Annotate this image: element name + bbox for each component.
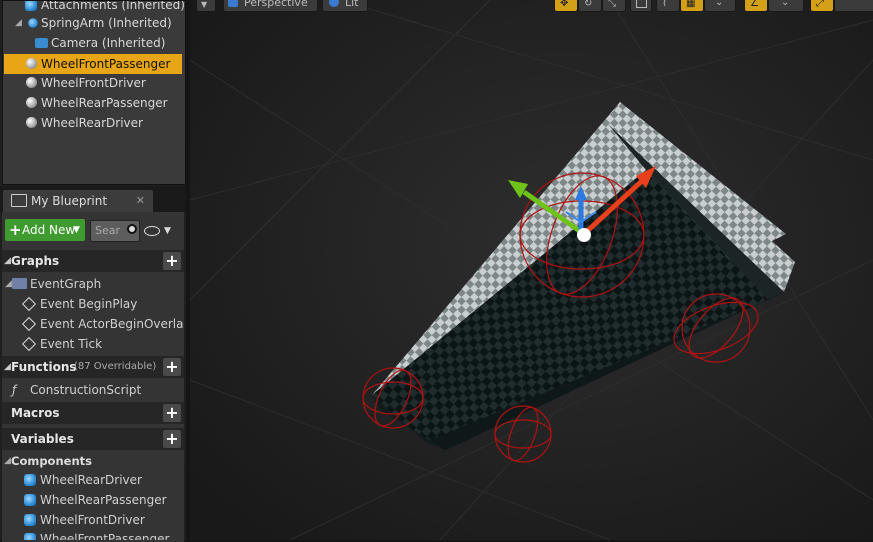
add-new-button[interactable]: + Add New ▼	[5, 219, 85, 241]
book-icon	[11, 194, 27, 207]
chevron-down-icon: ⌄	[781, 0, 790, 8]
components-category[interactable]: ◢ Components	[2, 451, 184, 471]
component-variable-icon	[24, 474, 36, 486]
grid-snap-button[interactable]: ▦	[680, 0, 704, 12]
expand-arrow-icon: ◢	[5, 279, 12, 289]
sphere-icon	[26, 77, 37, 88]
expand-arrow-icon[interactable]: ◢	[15, 13, 22, 33]
variable-item[interactable]: WheelFrontPassenger	[2, 529, 184, 540]
search-icon	[127, 224, 137, 234]
chevron-down-icon: ⌄	[715, 0, 724, 8]
rotate-mode-button[interactable]: ↻	[578, 0, 602, 12]
scale-mode-button[interactable]: ⤡	[602, 0, 626, 12]
rotate-icon: ↻	[584, 0, 593, 9]
event-begin-play-item[interactable]: Event BeginPlay	[2, 294, 184, 314]
plus-icon: +	[9, 221, 22, 239]
event-tick-item[interactable]: Event Tick	[2, 334, 184, 354]
tab-my-blueprint[interactable]: My Blueprint ✕	[3, 190, 153, 212]
sphere-lit-icon	[329, 0, 339, 7]
lit-button[interactable]: Lit	[322, 0, 368, 12]
rotation-snap-button[interactable]: ∠	[744, 0, 768, 12]
tree-item-springarm[interactable]: ◢ SpringArm (Inherited)	[3, 13, 185, 33]
components-tree: Attachments (Inherited) ◢ SpringArm (Inh…	[2, 0, 186, 185]
chevron-down-icon: ▼	[73, 225, 80, 235]
search-input[interactable]: Sear	[90, 220, 140, 242]
tree-item-wheel-rear-passenger[interactable]: WheelRearPassenger	[3, 93, 185, 113]
tree-item-wheel-front-passenger[interactable]: WheelFrontPassenger	[4, 54, 182, 74]
camera-icon	[35, 38, 48, 48]
scale-icon: ⤡	[608, 0, 616, 9]
variable-item[interactable]: WheelRearPassenger	[2, 490, 184, 510]
graphs-section-header[interactable]: ◢ Graphs +	[2, 250, 184, 272]
event-actor-begin-overlap-item[interactable]: Event ActorBeginOverla	[2, 314, 184, 334]
event-diamond-icon	[21, 336, 37, 352]
component-variable-icon	[24, 533, 36, 540]
expand-arrow-icon: ◢	[4, 456, 11, 466]
translate-mode-button[interactable]: ✥	[554, 0, 578, 12]
scale-snap-button[interactable]: ⤢	[810, 0, 834, 12]
eye-icon	[144, 226, 160, 236]
functions-section-header[interactable]: ◢ Functions (87 Overridable) +	[2, 356, 184, 378]
view-options-button[interactable]: ▼	[144, 223, 174, 239]
sphere-icon	[26, 97, 37, 108]
blue-component-icon	[25, 1, 37, 11]
viewport-options-button[interactable]: ▼	[196, 0, 216, 12]
expand-arrow-icon: ◢	[4, 362, 11, 372]
snap-icon: ⌇	[662, 0, 667, 9]
cube-icon	[636, 0, 647, 8]
viewport[interactable]: ▼ Perspective Lit ✥ ↻ ⤡ ⌇ ▦ ⌄ ∠ ⌄ ⤢	[190, 0, 873, 540]
spring-arm-icon	[28, 18, 38, 28]
perspective-icon	[228, 0, 238, 7]
component-variable-icon	[24, 514, 36, 526]
expand-arrow-icon: ◢	[4, 256, 11, 266]
close-tab-icon[interactable]: ✕	[136, 190, 145, 212]
event-diamond-icon	[21, 296, 37, 312]
perspective-button[interactable]: Perspective	[223, 0, 318, 12]
chevron-down-icon: ▼	[201, 0, 208, 9]
component-variable-icon	[24, 494, 36, 506]
add-variable-button[interactable]: +	[163, 430, 181, 448]
sphere-icon	[26, 58, 37, 69]
scale-snap-icon: ⤢	[816, 0, 824, 9]
scale-snap-size-button[interactable]	[834, 0, 873, 12]
variable-item[interactable]: WheelRearDriver	[2, 470, 184, 490]
tree-item-camera[interactable]: Camera (Inherited)	[3, 33, 185, 53]
surface-snap-button[interactable]: ⌇	[656, 0, 680, 12]
function-icon: ƒ	[12, 383, 17, 397]
rotation-snap-size-button[interactable]: ⌄	[768, 0, 804, 12]
grid-icon: ▦	[686, 0, 696, 9]
add-function-button[interactable]: +	[163, 358, 181, 376]
move-icon: ✥	[560, 0, 569, 9]
grid-size-button[interactable]: ⌄	[704, 0, 736, 12]
add-macro-button[interactable]: +	[163, 404, 181, 422]
tree-item-wheel-rear-driver[interactable]: WheelRearDriver	[3, 113, 185, 133]
variables-section-header[interactable]: Variables +	[2, 428, 184, 450]
event-graph-item[interactable]: ◢ EventGraph	[2, 274, 184, 294]
add-graph-button[interactable]: +	[163, 252, 181, 270]
angle-icon: ∠	[750, 0, 759, 9]
graph-icon	[12, 278, 27, 289]
macros-section-header[interactable]: Macros +	[2, 402, 184, 424]
tree-item-wheel-front-driver[interactable]: WheelFrontDriver	[3, 73, 185, 93]
coordinate-space-button[interactable]	[630, 0, 652, 12]
sphere-icon	[26, 117, 37, 128]
variable-item[interactable]: WheelFrontDriver	[2, 510, 184, 530]
chevron-down-icon: ▼	[164, 226, 171, 236]
viewport-scene[interactable]	[190, 0, 873, 540]
event-diamond-icon	[21, 316, 37, 332]
construction-script-item[interactable]: ƒ ConstructionScript	[2, 380, 184, 400]
